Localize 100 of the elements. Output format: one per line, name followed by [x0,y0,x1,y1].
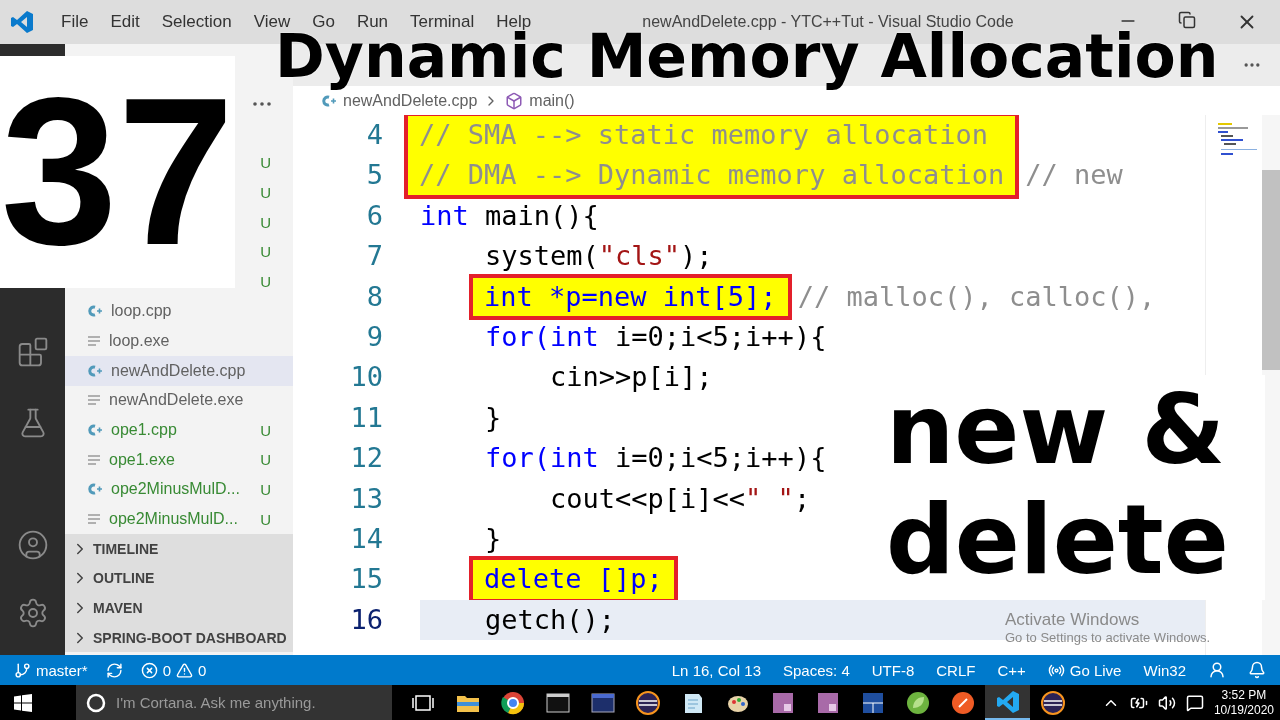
explorer-item[interactable]: loop.cpp [65,296,293,327]
episode-number: 37 [0,67,235,277]
lines-icon [87,453,101,466]
scrollbar-thumb[interactable] [1262,170,1280,370]
line-number: 8 [366,279,383,314]
code-text: i=0;i<5;i++){ [614,441,827,476]
error-count: 0 [162,661,172,679]
branch-status[interactable]: master* [14,661,88,679]
code-text: } [485,521,502,556]
line-number: 7 [366,239,383,274]
explorer-item[interactable]: ope2MinusMulD... U [65,504,293,534]
code-text: cin>>p[i]; [550,360,713,395]
lines-icon [87,394,101,407]
line-number: 16 [350,602,383,637]
status-label: U [260,480,271,498]
code-text: // SMA --> static memory allocation [419,118,988,152]
account-icon[interactable] [16,529,49,561]
explorer-item[interactable]: loop.exe [65,326,293,356]
status-item[interactable]: Ln 16, Col 13 [671,661,761,679]
taskbar-app[interactable] [985,685,1030,720]
caption-text: delete [886,485,1230,595]
status-label: U [260,213,271,231]
explorer-item[interactable]: ope2MinusMulD... U [65,474,293,505]
go-live-button[interactable]: Go Live [1047,661,1122,679]
line-number: 12 [350,441,383,476]
menu-item[interactable]: Go [301,12,346,32]
section-header[interactable]: SPRING-BOOT DASHBOARD [65,622,293,653]
menu-item[interactable]: Selection [150,12,243,32]
problems-status[interactable]: 0 0 [140,661,207,679]
error-icon [140,661,158,679]
explorer-item[interactable]: ope1.exe U [65,444,293,475]
speaker-icon[interactable] [1157,693,1176,712]
person-icon[interactable] [1208,661,1226,679]
status-label: U [260,273,271,291]
message-icon[interactable] [1185,693,1204,712]
code-text: delete []p; [484,562,663,597]
circle-icon [86,692,106,713]
more-icon [253,102,271,106]
line-number: 10 [350,360,383,395]
cube-icon [505,91,524,110]
code-text: getch(); [485,602,616,637]
breadcrumb-item[interactable]: newAndDelete.cpp [343,91,478,110]
section-header[interactable]: TIMELINE [65,533,293,564]
branch-icon [14,661,31,679]
menu-item[interactable]: Edit [99,12,151,32]
code-text: ; [793,481,811,516]
status-item[interactable]: CRLF [936,661,976,679]
ring-icon [634,689,661,716]
sync-icon[interactable] [105,661,123,679]
status-label: U [260,421,271,439]
code-text: // malloc(), calloc(), [797,279,1156,314]
section-header[interactable]: OUTLINE [65,563,293,594]
cpp-file-icon [87,304,103,319]
code-text: // new [1025,158,1123,193]
code-text: system( [485,239,599,274]
lines-icon [87,513,101,526]
vscode-logo-icon [994,688,1021,715]
explorer-item[interactable]: newAndDelete.cpp [65,355,293,386]
menu-item[interactable]: View [242,12,302,32]
code-text: int *p=new int[5]; [484,279,777,314]
bell-icon[interactable] [1248,661,1266,679]
line-number: 13 [350,481,383,516]
line-number: 14 [350,521,383,556]
status-item[interactable]: UTF-8 [871,661,915,679]
code-text: main(){ [484,198,599,233]
browser-icon [499,689,526,716]
status-label: U [260,184,271,202]
windows-logo-icon[interactable] [14,693,32,712]
menu-item[interactable]: File [50,12,100,32]
status-item[interactable]: Win32 [1143,661,1186,679]
search-field[interactable]: I'm Cortana. Ask me anything. [76,685,392,720]
menu-item[interactable]: Terminal [399,12,486,32]
explorer-item[interactable]: newAndDelete.exe [65,385,293,416]
restore-icon[interactable] [1178,11,1196,29]
warning-count: 0 [198,661,207,679]
extensions-icon[interactable] [16,336,49,368]
task-view-icon [411,693,434,712]
status-label: U [260,510,271,528]
code-text: int [420,198,469,233]
status-item[interactable]: C++ [997,661,1026,679]
activation-title: Activate Windows [1005,610,1141,630]
status-label: U [260,243,271,261]
code-text: cout<<p[i]<< [550,481,746,516]
clock[interactable]: 3:52 PM 10/19/2020 [1213,687,1274,718]
section-header[interactable]: MAVEN [65,593,293,623]
line-number: 6 [366,198,383,233]
breadcrumb-item[interactable]: main() [529,91,575,110]
cpp-file-icon [87,363,103,378]
status-item[interactable]: Spaces: 4 [783,661,850,679]
menu-item[interactable]: Run [345,12,400,32]
code-text: } [485,400,502,435]
warning-icon [176,661,194,679]
code-text: for(int [485,441,599,476]
explorer-item[interactable]: ope1.cpp U [65,415,293,445]
ring-icon [1039,689,1066,716]
vscode-logo-icon [10,10,34,34]
code-text: // DMA --> Dynamic memory allocation [419,158,1005,193]
cpp-file-icon [321,93,337,108]
line-number: 11 [350,400,383,435]
leaf-icon [904,689,931,716]
